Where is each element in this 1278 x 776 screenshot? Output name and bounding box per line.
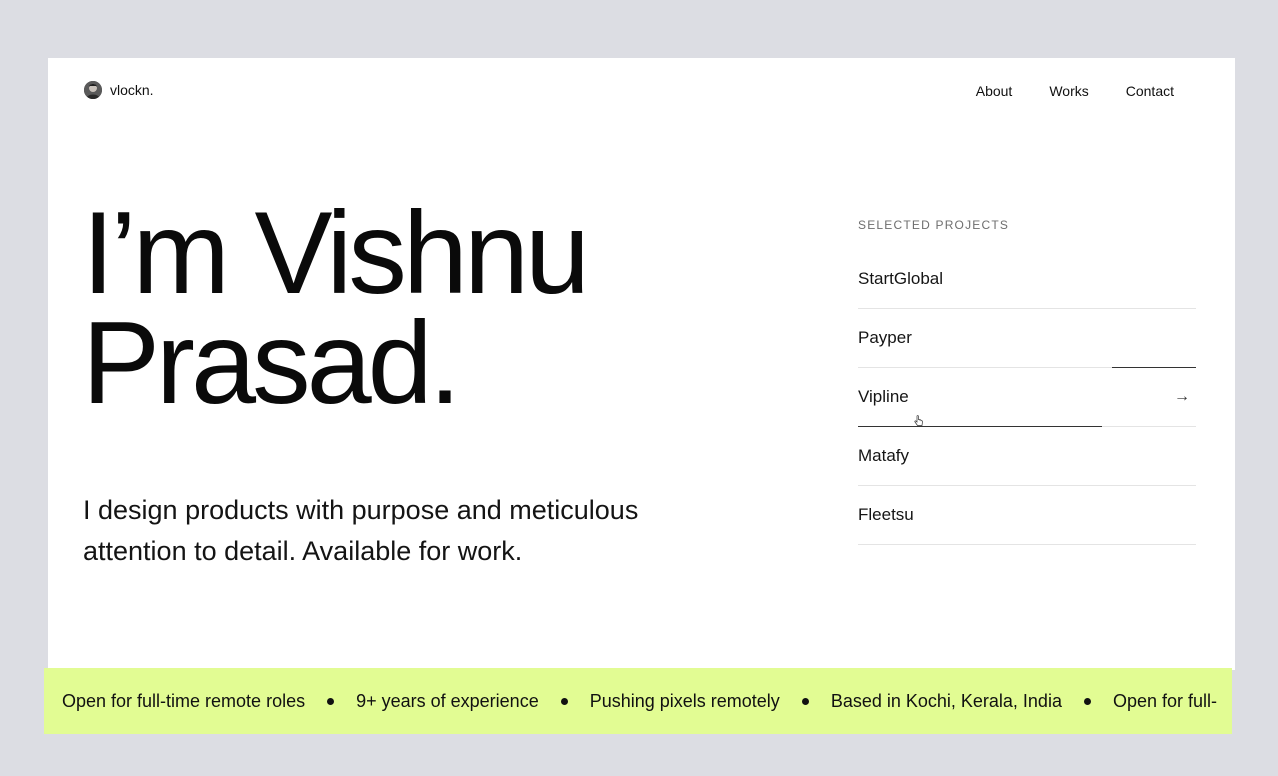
main-nav: About Works Contact [976, 83, 1174, 99]
bullet-dot-icon [1083, 697, 1091, 705]
nav-contact[interactable]: Contact [1126, 83, 1174, 99]
hero-title: I’m Vishnu Prasad. [82, 187, 590, 428]
arrow-right-icon: → [1174, 388, 1190, 405]
hand-cursor-icon [914, 415, 923, 426]
avatar [84, 81, 102, 99]
projects-heading: SELECTED PROJECTS [858, 218, 1010, 232]
project-item-payper[interactable]: Payper → [858, 309, 1196, 368]
hero-title-line-2: Prasad. [82, 297, 461, 428]
bullet-dot-icon [327, 697, 335, 705]
project-label: Vipline [858, 387, 909, 406]
ticker-item: 9+ years of experience [356, 690, 539, 711]
hero-subtitle: I design products with purpose and metic… [83, 495, 639, 566]
brand-name: vlockn. [110, 82, 154, 98]
project-list: StartGlobal → Payper → Vipline → Matafy … [858, 250, 1196, 545]
page-frame: vlockn. About Works Contact I’m Vishnu P… [48, 58, 1235, 670]
project-item-startglobal[interactable]: StartGlobal → [858, 250, 1196, 309]
hero-title-line-1: I’m Vishnu [82, 187, 590, 318]
project-label: Matafy [858, 446, 910, 465]
project-label: Payper [858, 328, 912, 347]
project-item-vipline[interactable]: Vipline → [858, 368, 1196, 427]
bullet-dot-icon [801, 697, 809, 705]
ticker-item: Based in Kochi, Kerala, India [830, 690, 1062, 711]
brand[interactable]: vlockn. [84, 81, 154, 99]
nav-works[interactable]: Works [1049, 83, 1088, 99]
nav-about[interactable]: About [976, 83, 1013, 99]
project-label: Fleetsu [858, 505, 914, 524]
marquee-ticker: Open for full-time remote roles 9+ years… [44, 668, 1232, 734]
project-item-matafy[interactable]: Matafy → [858, 427, 1196, 486]
bullet-dot-icon [560, 697, 568, 705]
project-item-fleetsu[interactable]: Fleetsu → [858, 486, 1196, 545]
project-label: StartGlobal [858, 269, 944, 288]
ticker-item: Open for full- [1112, 690, 1218, 711]
ticker-item: Open for full-time remote roles [62, 690, 306, 711]
ticker-item: Pushing pixels remotely [589, 690, 780, 711]
ticker-track: Open for full-time remote roles 9+ years… [62, 668, 1217, 734]
selected-projects: SELECTED PROJECTS StartGlobal → Payper →… [858, 218, 1196, 545]
